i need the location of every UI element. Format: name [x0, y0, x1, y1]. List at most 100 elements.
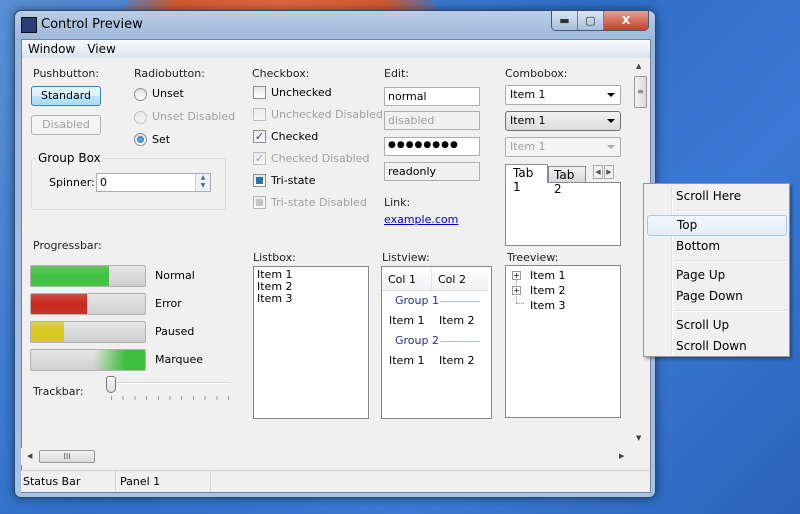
app-window: Control Preview ▬ ▢ X Window View — [14, 10, 656, 498]
radiobutton-label: Radiobutton: — [134, 67, 205, 80]
link-label: Link: — [384, 196, 411, 209]
example-link[interactable]: example.com — [384, 213, 458, 226]
menu-item-scroll-here[interactable]: Scroll Here — [647, 186, 787, 207]
listview-cell[interactable]: Item 2 — [439, 354, 475, 367]
checkbox-checked-disabled[interactable]: ✓ — [253, 152, 266, 165]
checkbox-label: Checkbox: — [252, 67, 310, 80]
chevron-down-icon — [607, 93, 615, 97]
listview-cell[interactable]: Item 1 — [389, 314, 425, 327]
menu-window[interactable]: Window — [28, 42, 75, 56]
scroll-up-icon[interactable]: ▲ — [636, 62, 641, 70]
close-button[interactable]: X — [604, 11, 648, 30]
progressbar-label: Progressbar: — [33, 239, 102, 252]
checkbox-unchecked-disabled-label: Unchecked Disabled — [271, 108, 383, 121]
edit-password[interactable]: ●●●●●●●● — [384, 137, 480, 156]
checkbox-unchecked-label: Unchecked — [271, 86, 332, 99]
progress-fill — [31, 294, 87, 314]
combobox-value: Item 1 — [510, 114, 546, 127]
scrollbar-context-menu: Scroll Here Top Bottom Page Up Page Down… — [643, 183, 790, 357]
minimize-button[interactable]: ▬ — [552, 11, 578, 30]
tree-item[interactable]: Item 1 — [530, 269, 566, 282]
progress-fill — [93, 350, 145, 370]
standard-button[interactable]: Standard — [31, 86, 101, 106]
radio-unset-label: Unset — [152, 87, 184, 100]
listbox[interactable]: Item 1 Item 2 Item 3 — [253, 266, 369, 419]
checkbox-unchecked-disabled[interactable] — [253, 108, 266, 121]
trackbar-label: Trackbar: — [33, 385, 84, 398]
maximize-button[interactable]: ▢ — [578, 11, 604, 30]
scroll-left-icon[interactable]: ◀ — [27, 452, 32, 460]
tab-scroll-right-icon[interactable]: ▶ — [604, 165, 614, 179]
checkbox-tristate-disabled-label: Tri-state Disabled — [271, 196, 367, 209]
listview[interactable]: Col 1 Col 2 Group 1 Item 1 Item 2 Group … — [381, 266, 492, 419]
radio-set[interactable] — [134, 133, 147, 146]
tab-1[interactable]: Tab 1 — [505, 164, 548, 194]
trackbar-track — [110, 382, 230, 384]
checkbox-checked[interactable]: ✓ — [253, 130, 266, 143]
scroll-thumb[interactable]: III — [39, 450, 95, 463]
listview-cell[interactable]: Item 1 — [389, 354, 425, 367]
menu-item-scroll-up[interactable]: Scroll Up — [647, 315, 787, 336]
edit-readonly[interactable]: readonly — [384, 162, 480, 181]
trackbar-ticks — [111, 396, 229, 400]
checkbox-tristate-disabled[interactable] — [253, 196, 266, 209]
menu-item-scroll-down[interactable]: Scroll Down — [647, 336, 787, 357]
group-box-title: Group Box — [36, 151, 103, 165]
tab-panel — [505, 182, 621, 246]
column-header[interactable]: Col 2 — [432, 267, 488, 290]
spinner-input[interactable]: 0 — [96, 173, 211, 192]
expand-icon[interactable]: + — [512, 271, 521, 280]
combobox-disabled[interactable]: Item 1 — [505, 137, 621, 157]
menu-item-page-down[interactable]: Page Down — [647, 286, 787, 307]
spinner-label: Spinner: — [49, 176, 95, 189]
scroll-thumb[interactable]: ≡ — [634, 76, 647, 108]
listbox-label: Listbox: — [253, 251, 296, 264]
listview-cell[interactable]: Item 2 — [439, 314, 475, 327]
window-title: Control Preview — [41, 17, 143, 32]
tree-item[interactable]: Item 3 — [530, 299, 566, 312]
menu-bar: Window View — [22, 40, 650, 58]
status-bar: Status Bar Panel 1 — [21, 470, 649, 492]
group-header: Group 2 — [395, 334, 439, 347]
progress-fill — [31, 322, 65, 342]
scroll-down-icon[interactable]: ▼ — [636, 434, 641, 442]
expand-icon[interactable]: + — [512, 286, 521, 295]
progress-fill — [31, 266, 109, 286]
combobox-label: Combobox: — [505, 67, 568, 80]
combobox-editable[interactable]: Item 1 — [505, 85, 621, 105]
disabled-button[interactable]: Disabled — [31, 115, 101, 135]
tab-2[interactable]: Tab 2 — [548, 166, 586, 196]
tab-scroll-left-icon[interactable]: ◀ — [593, 165, 603, 179]
tree-line — [516, 303, 524, 304]
menu-item-top[interactable]: Top — [647, 215, 787, 236]
trackbar-thumb[interactable] — [106, 376, 116, 393]
checkbox-tristate[interactable] — [253, 174, 266, 187]
listview-label: Listview: — [382, 251, 430, 264]
radio-unset-disabled[interactable] — [134, 111, 147, 124]
spinner-arrows[interactable]: ▲ ▼ — [195, 174, 210, 191]
horizontal-scrollbar[interactable]: ◀ III ▶ — [21, 448, 632, 465]
progress-label: Normal — [155, 269, 195, 282]
checkbox-checked-disabled-label: Checked Disabled — [271, 152, 370, 165]
menu-item-page-up[interactable]: Page Up — [647, 265, 787, 286]
menu-view[interactable]: View — [87, 42, 115, 56]
checkbox-checked-label: Checked — [271, 130, 319, 143]
column-header[interactable]: Col 1 — [382, 267, 432, 290]
treeview-label: Treeview: — [507, 251, 559, 264]
group-header: Group 1 — [395, 294, 439, 307]
group-divider — [440, 301, 480, 302]
tree-item[interactable]: Item 2 — [530, 284, 566, 297]
progress-bar-marquee — [30, 349, 146, 371]
progress-label: Error — [155, 297, 182, 310]
combobox-value: Item 1 — [510, 88, 546, 101]
list-item[interactable]: Item 3 — [257, 293, 365, 305]
edit-disabled[interactable]: disabled — [384, 111, 480, 130]
status-panel: Panel 1 — [116, 471, 211, 492]
edit-normal[interactable]: normal — [384, 87, 480, 106]
menu-item-bottom[interactable]: Bottom — [647, 236, 787, 257]
combobox-dropdown[interactable]: Item 1 — [505, 111, 621, 131]
radio-unset[interactable] — [134, 88, 147, 101]
checkbox-unchecked[interactable] — [253, 86, 266, 99]
treeview[interactable]: + Item 1 + Item 2 Item 3 — [505, 265, 621, 418]
scroll-right-icon[interactable]: ▶ — [619, 452, 624, 460]
